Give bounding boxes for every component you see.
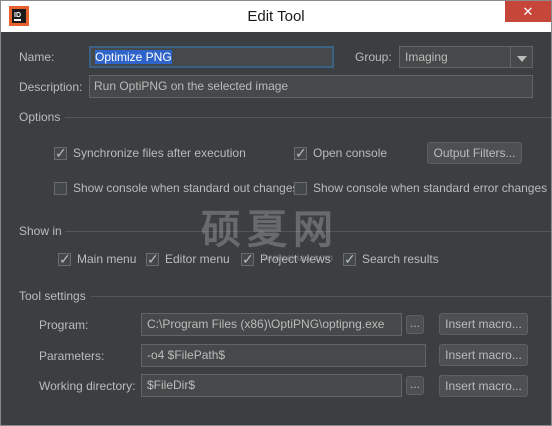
main-menu-checkbox[interactable]: ✓ Main menu <box>58 250 137 267</box>
options-separator <box>65 117 551 118</box>
search-results-label: Search results <box>362 252 439 266</box>
group-label: Group: <box>355 50 392 64</box>
check-icon: ✓ <box>59 250 71 267</box>
watermark-url: www.sxiaw.com <box>263 253 334 264</box>
chevron-down-icon[interactable] <box>510 47 532 67</box>
program-value: C:\Program Files (x86)\OptiPNG\optipng.e… <box>147 317 385 331</box>
show-console-stdout-checkbox[interactable]: Show console when standard out changes <box>54 181 299 195</box>
parameters-input[interactable]: -o4 $FilePath$ <box>141 344 426 367</box>
show-console-stdout-label: Show console when standard out changes <box>73 181 299 195</box>
title-bar: ID Edit Tool ✕ <box>1 1 551 32</box>
workdir-label: Working directory: <box>39 379 136 393</box>
show-console-stderr-checkbox[interactable]: Show console when standard error changes <box>294 181 547 195</box>
description-input[interactable]: Run OptiPNG on the selected image <box>89 75 533 98</box>
workdir-browse-button[interactable]: ... <box>406 376 424 395</box>
options-section-title: Options <box>19 110 61 124</box>
main-menu-label: Main menu <box>77 252 137 266</box>
tool-settings-separator <box>91 296 551 297</box>
open-console-label: Open console <box>313 146 388 160</box>
parameters-label: Parameters: <box>39 349 105 363</box>
description-value: Run OptiPNG on the selected image <box>94 79 289 93</box>
watermark: 硕夏网 <box>201 208 339 252</box>
checkbox-box[interactable]: ✓ <box>294 144 307 161</box>
description-label: Description: <box>19 80 83 94</box>
name-value: Optimize PNG <box>95 50 172 64</box>
check-icon: ✓ <box>147 250 159 267</box>
show-in-section-title: Show in <box>19 224 62 238</box>
checkbox-box[interactable]: ✓ <box>146 250 159 267</box>
program-input[interactable]: C:\Program Files (x86)\OptiPNG\optipng.e… <box>141 313 402 336</box>
name-label: Name: <box>19 50 55 64</box>
check-icon: ✓ <box>295 144 307 161</box>
program-browse-button[interactable]: ... <box>406 315 424 334</box>
parameters-insert-macro-button[interactable]: Insert macro... <box>439 344 528 366</box>
close-button[interactable]: ✕ <box>505 1 551 22</box>
group-value: Imaging <box>405 50 448 64</box>
workdir-insert-macro-button[interactable]: Insert macro... <box>439 375 528 397</box>
program-label: Program: <box>39 318 89 332</box>
window-title: Edit Tool <box>247 8 305 25</box>
program-insert-macro-button[interactable]: Insert macro... <box>439 313 528 335</box>
close-icon[interactable]: ✕ <box>523 4 534 19</box>
edit-tool-dialog: ID Edit Tool ✕ Name: Optimize PNG Group:… <box>0 0 552 426</box>
dialog-content: Name: Optimize PNG Group: Imaging Descri… <box>1 32 551 425</box>
check-icon: ✓ <box>344 250 356 267</box>
sync-files-checkbox[interactable]: ✓ Synchronize files after execution <box>54 144 246 161</box>
checkbox-box[interactable]: ✓ <box>54 144 67 161</box>
name-input[interactable]: Optimize PNG <box>89 46 334 68</box>
check-icon: ✓ <box>55 144 67 161</box>
search-results-checkbox[interactable]: ✓ Search results <box>343 250 439 267</box>
checkbox-box[interactable]: ✓ <box>58 250 71 267</box>
parameters-value: -o4 $FilePath$ <box>147 348 226 362</box>
sync-files-label: Synchronize files after execution <box>73 146 246 160</box>
output-filters-button[interactable]: Output Filters... <box>427 142 522 164</box>
open-console-checkbox[interactable]: ✓ Open console <box>294 144 388 161</box>
group-select[interactable]: Imaging <box>399 46 533 68</box>
checkbox-box[interactable]: ✓ <box>343 250 356 267</box>
checkbox-box[interactable] <box>294 181 307 195</box>
workdir-value: $FileDir$ <box>147 378 196 392</box>
workdir-input[interactable]: $FileDir$ <box>141 374 402 397</box>
show-console-stderr-label: Show console when standard error changes <box>313 181 548 195</box>
tool-settings-section-title: Tool settings <box>19 289 86 303</box>
checkbox-box[interactable] <box>54 181 67 195</box>
